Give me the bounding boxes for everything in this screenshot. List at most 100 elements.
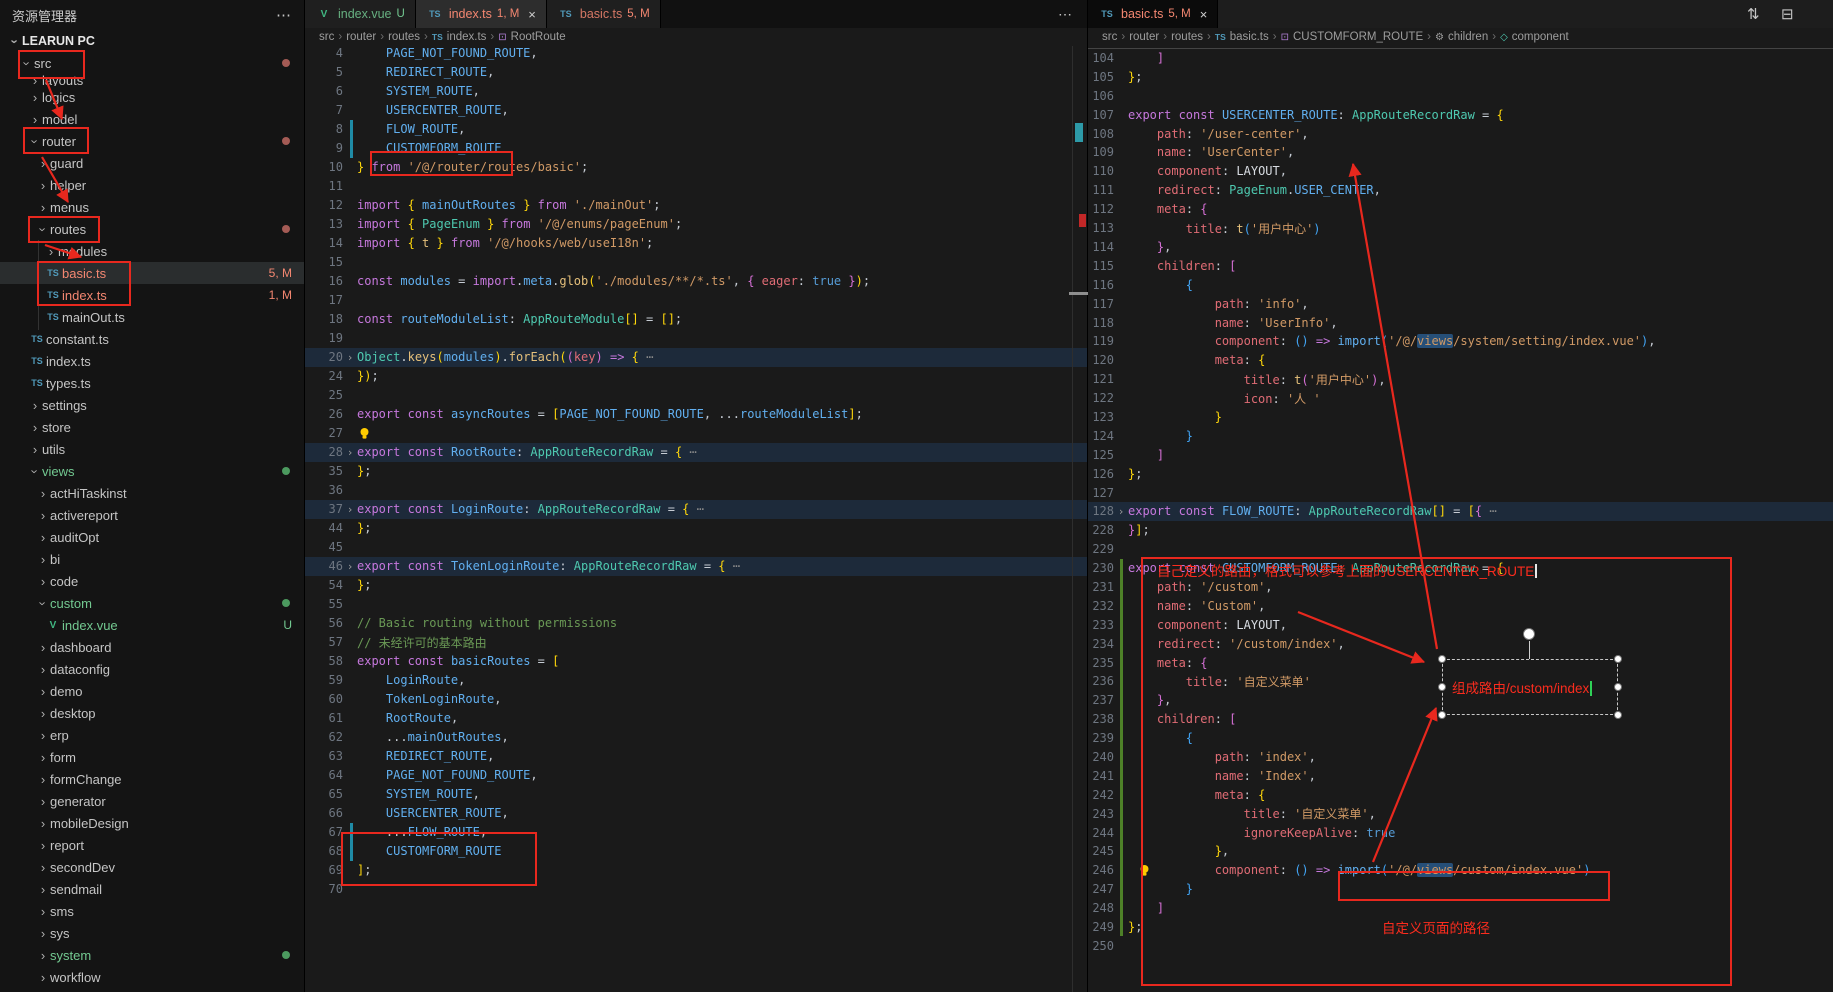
chevron-right-icon[interactable]: › xyxy=(36,178,50,193)
code-line-65[interactable]: 65 SYSTEM_ROUTE, xyxy=(305,785,1087,804)
chevron-right-icon[interactable]: › xyxy=(36,574,50,589)
chevron-right-icon[interactable]: › xyxy=(36,816,50,831)
code-line-56[interactable]: 56// Basic routing without permissions xyxy=(305,614,1087,633)
tree-item-LEARUN-PC[interactable]: ›LEARUN PC xyxy=(0,30,304,52)
close-icon[interactable]: × xyxy=(528,7,536,22)
tree-item-logics[interactable]: ›logics xyxy=(0,86,304,108)
code-line-105[interactable]: 105}; xyxy=(1088,67,1833,86)
ruler-mark-error[interactable] xyxy=(1079,214,1086,227)
fold-chevron-icon[interactable]: › xyxy=(343,351,357,364)
explorer-more-icon[interactable]: ⋯ xyxy=(276,6,292,24)
tree-item-activereport[interactable]: ›activereport xyxy=(0,504,304,526)
code-line-70[interactable]: 70 xyxy=(305,880,1087,899)
breadcrumb-item-routes[interactable]: routes xyxy=(1171,31,1203,43)
tree-item-dashboard[interactable]: ›dashboard xyxy=(0,636,304,658)
chevron-right-icon[interactable]: › xyxy=(36,486,50,501)
code-line-248[interactable]: 248 ] xyxy=(1088,899,1833,918)
code-line-4[interactable]: 4 PAGE_NOT_FOUND_ROUTE, xyxy=(305,44,1087,63)
tree-item-system[interactable]: ›system xyxy=(0,944,304,966)
code-line-60[interactable]: 60 TokenLoginRoute, xyxy=(305,690,1087,709)
code-line-111[interactable]: 111 redirect: PageEnum.USER_CENTER, xyxy=(1088,181,1833,200)
code-line-112[interactable]: 112 meta: { xyxy=(1088,200,1833,219)
chevron-right-icon[interactable]: › xyxy=(36,508,50,523)
chevron-right-icon[interactable]: › xyxy=(36,838,50,853)
code-line-243[interactable]: 243 title: '自定义菜单', xyxy=(1088,804,1833,823)
tree-item-layouts[interactable]: ›layouts xyxy=(0,74,304,86)
code-line-36[interactable]: 36 xyxy=(305,481,1087,500)
code-line-104[interactable]: 104 ] xyxy=(1088,49,1833,68)
code-line-228[interactable]: 228}]; xyxy=(1088,521,1833,540)
split-editor-icon[interactable]: ⇅ xyxy=(1747,5,1760,23)
code-line-246[interactable]: 246 component: () => import('/@/views/cu… xyxy=(1088,861,1833,880)
ruler-mark-modified[interactable] xyxy=(1075,123,1083,142)
fold-chevron-icon[interactable]: › xyxy=(1114,505,1128,518)
code-line-20[interactable]: 20›Object.keys(modules).forEach((key) =>… xyxy=(305,348,1087,367)
code-line-11[interactable]: 11 xyxy=(305,177,1087,196)
chevron-right-icon[interactable]: › xyxy=(36,970,50,985)
code-line-118[interactable]: 118 name: 'UserInfo', xyxy=(1088,313,1833,332)
tree-item-index.ts[interactable]: TSindex.ts xyxy=(0,350,304,372)
code-line-10[interactable]: 10} from '/@/router/routes/basic'; xyxy=(305,158,1087,177)
tree-item-secondDev[interactable]: ›secondDev xyxy=(0,856,304,878)
code-line-110[interactable]: 110 component: LAYOUT, xyxy=(1088,162,1833,181)
editor-layout-icon[interactable]: ⊟ xyxy=(1781,5,1794,23)
chevron-right-icon[interactable]: › xyxy=(28,90,42,105)
code-line-117[interactable]: 117 path: 'info', xyxy=(1088,294,1833,313)
code-line-234[interactable]: 234 redirect: '/custom/index', xyxy=(1088,634,1833,653)
middle-code-editor[interactable]: 3import {4 PAGE_NOT_FOUND_ROUTE,5 REDIRE… xyxy=(305,28,1087,992)
chevron-right-icon[interactable]: › xyxy=(36,728,50,743)
tree-item-actHiTaskinst[interactable]: ›actHiTaskinst xyxy=(0,482,304,504)
breadcrumb-item-src[interactable]: src xyxy=(1102,31,1117,43)
chevron-down-icon[interactable]: › xyxy=(36,222,51,236)
tree-item-mobileDesign[interactable]: ›mobileDesign xyxy=(0,812,304,834)
chevron-right-icon[interactable]: › xyxy=(36,860,50,875)
tree-item-index.ts[interactable]: TSindex.ts1, M xyxy=(0,284,304,306)
tree-item-generator[interactable]: ›generator xyxy=(0,790,304,812)
chevron-down-icon[interactable]: › xyxy=(36,596,51,610)
code-line-26[interactable]: 26export const asyncRoutes = [PAGE_NOT_F… xyxy=(305,405,1087,424)
code-line-241[interactable]: 241 name: 'Index', xyxy=(1088,766,1833,785)
tree-item-helper[interactable]: ›helper xyxy=(0,174,304,196)
tree-item-src[interactable]: ›src xyxy=(0,52,304,74)
chevron-right-icon[interactable]: › xyxy=(36,706,50,721)
code-line-232[interactable]: 232 name: 'Custom', xyxy=(1088,596,1833,615)
chevron-right-icon[interactable]: › xyxy=(36,200,50,215)
tree-item-routes[interactable]: ›routes xyxy=(0,218,304,240)
breadcrumb-item-RootRoute[interactable]: RootRoute xyxy=(511,31,566,43)
chevron-right-icon[interactable]: › xyxy=(36,750,50,765)
chevron-right-icon[interactable]: › xyxy=(28,442,42,457)
tree-item-bi[interactable]: ›bi xyxy=(0,548,304,570)
breadcrumb-item-children[interactable]: children xyxy=(1448,31,1488,43)
code-line-244[interactable]: 244 ignoreKeepAlive: true xyxy=(1088,823,1833,842)
code-line-24[interactable]: 24}); xyxy=(305,367,1087,386)
code-line-124[interactable]: 124 } xyxy=(1088,426,1833,445)
tree-item-erp[interactable]: ›erp xyxy=(0,724,304,746)
code-line-63[interactable]: 63 REDIRECT_ROUTE, xyxy=(305,747,1087,766)
code-line-230[interactable]: 230export const CUSTOMFORM_ROUTE: AppRou… xyxy=(1088,559,1833,578)
code-line-249[interactable]: 249}; xyxy=(1088,918,1833,937)
code-line-235[interactable]: 235 meta: { xyxy=(1088,653,1833,672)
code-line-58[interactable]: 58export const basicRoutes = [ xyxy=(305,652,1087,671)
chevron-right-icon[interactable]: › xyxy=(36,882,50,897)
code-line-9[interactable]: 9 CUSTOMFORM_ROUTE xyxy=(305,139,1087,158)
chevron-right-icon[interactable]: › xyxy=(28,74,42,86)
code-line-12[interactable]: 12import { mainOutRoutes } from './mainO… xyxy=(305,196,1087,215)
code-line-237[interactable]: 237 }, xyxy=(1088,691,1833,710)
code-line-106[interactable]: 106 xyxy=(1088,86,1833,105)
breadcrumb-item-basic.ts[interactable]: basic.ts xyxy=(1230,31,1269,43)
tree-item-model[interactable]: ›model xyxy=(0,108,304,130)
breadcrumb-item-index.ts[interactable]: index.ts xyxy=(447,31,487,43)
tree-item-types.ts[interactable]: TStypes.ts xyxy=(0,372,304,394)
code-line-46[interactable]: 46›export const TokenLoginRoute: AppRout… xyxy=(305,557,1087,576)
breadcrumb-item-router[interactable]: router xyxy=(1129,31,1159,43)
code-line-125[interactable]: 125 ] xyxy=(1088,445,1833,464)
code-line-5[interactable]: 5 REDIRECT_ROUTE, xyxy=(305,63,1087,82)
code-line-25[interactable]: 25 xyxy=(305,386,1087,405)
right-code-editor[interactable]: 76export const SYSTEM_ROUTE: AppRouteRec… xyxy=(1088,28,1833,992)
chevron-right-icon[interactable]: › xyxy=(36,662,50,677)
chevron-right-icon[interactable]: › xyxy=(36,948,50,963)
tree-item-menus[interactable]: ›menus xyxy=(0,196,304,218)
tree-item-mainOut.ts[interactable]: TSmainOut.ts xyxy=(0,306,304,328)
chevron-down-icon[interactable]: › xyxy=(8,34,23,48)
tree-item-sms[interactable]: ›sms xyxy=(0,900,304,922)
